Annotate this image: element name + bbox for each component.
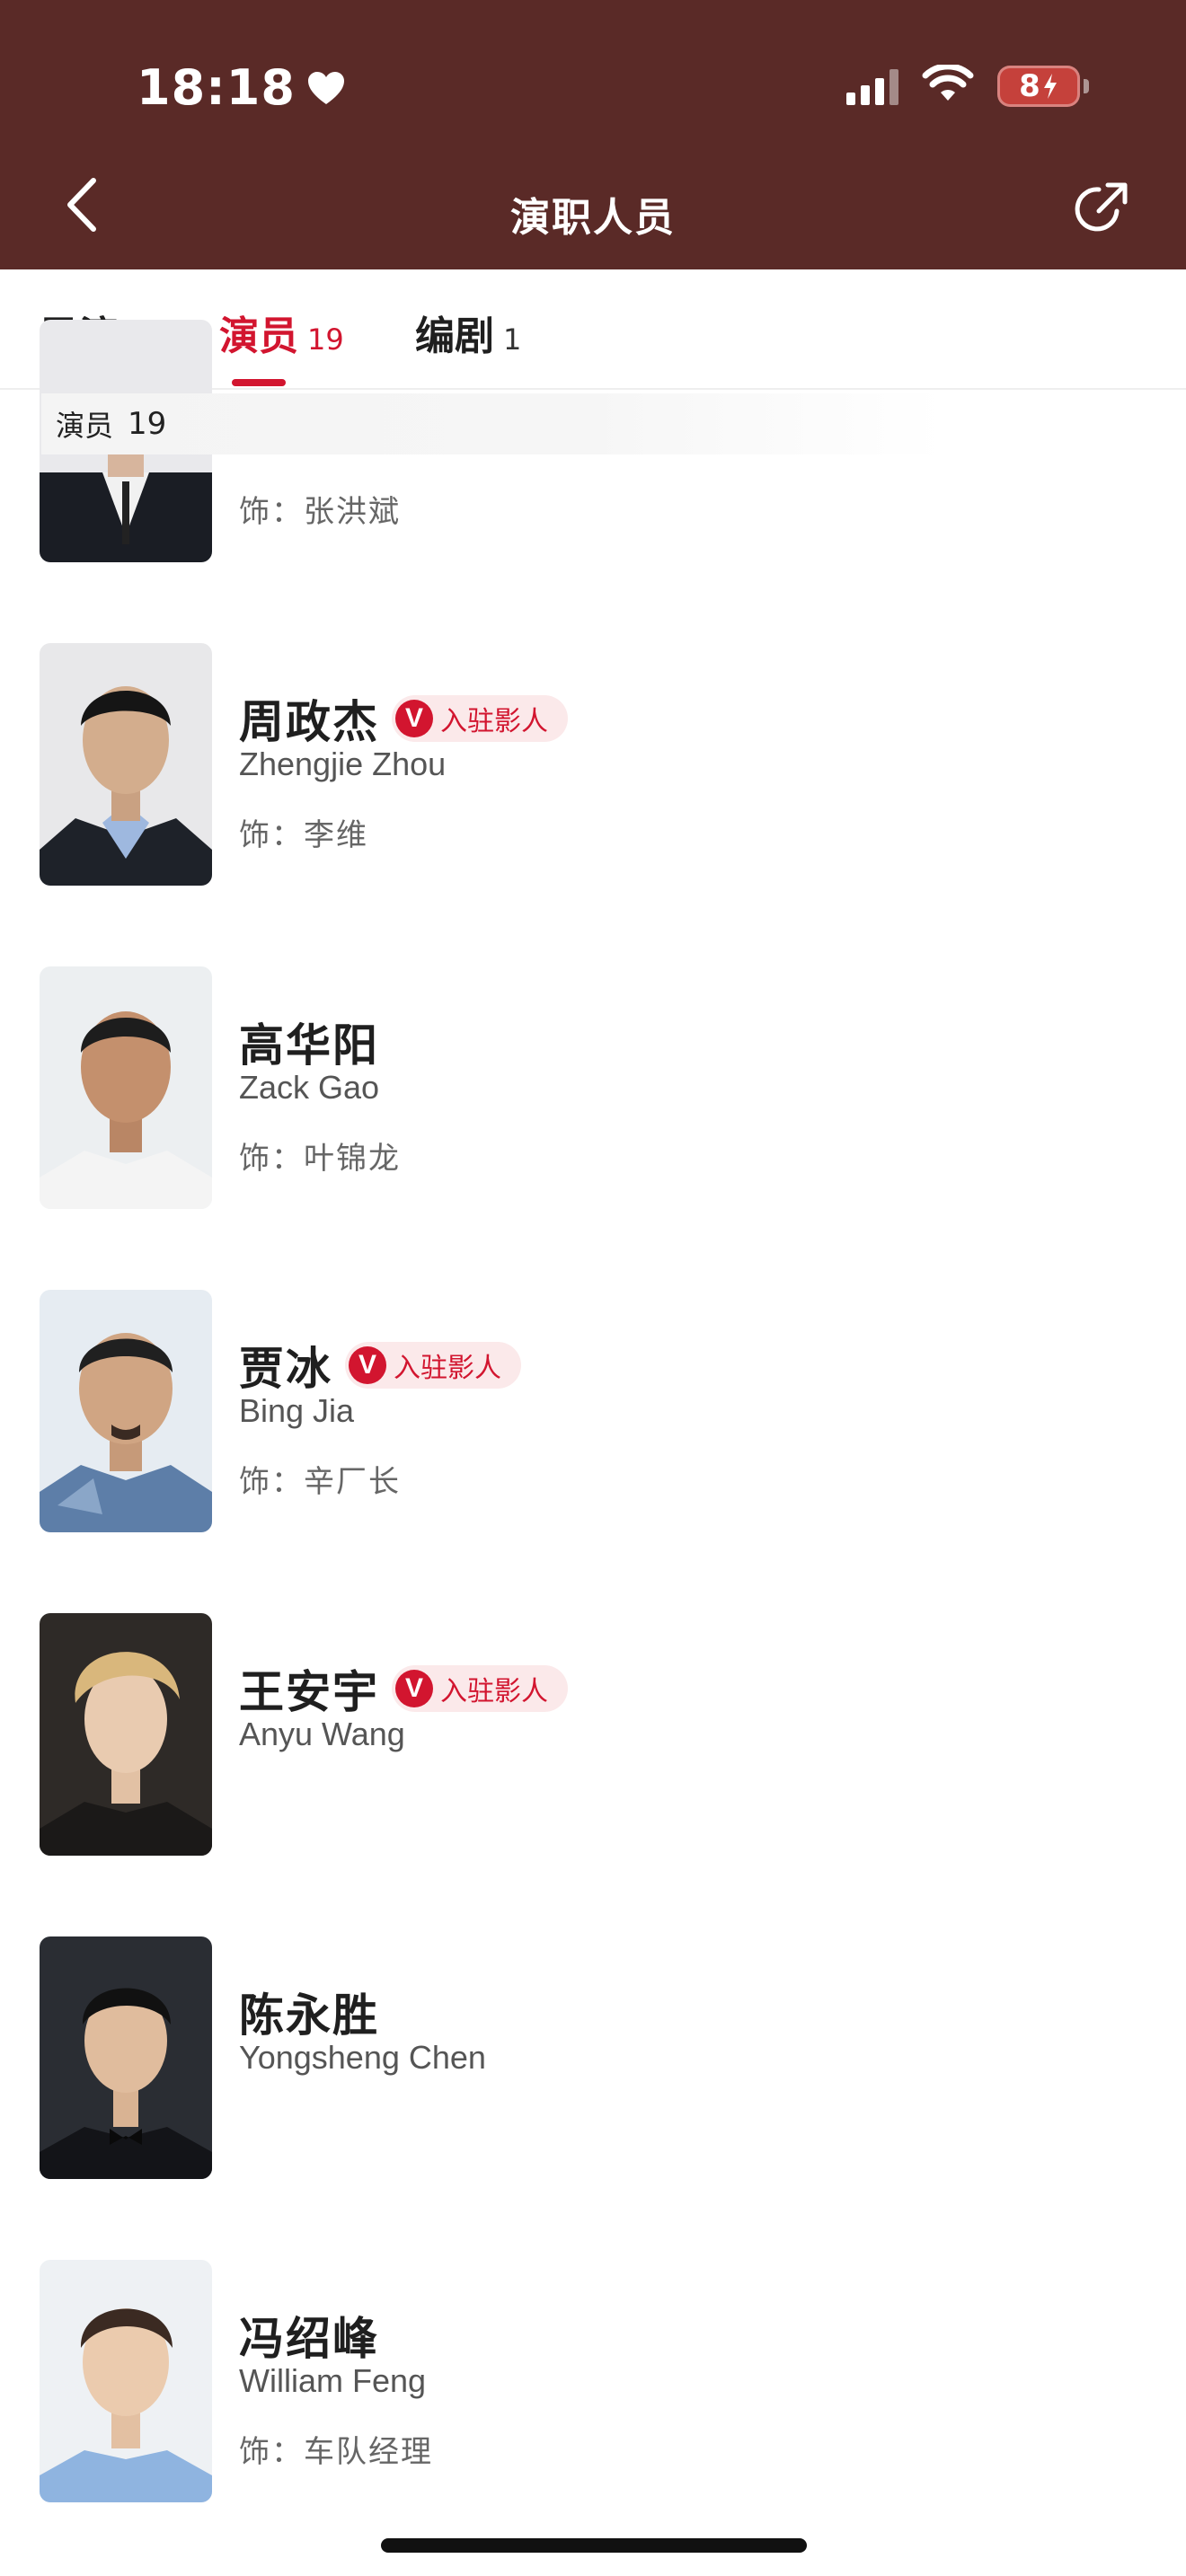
cast-list: 饰：张洪斌 周政杰 V 入驻影人 Zhengjie Zhou 饰：李维 高华阳 … [0, 0, 1186, 2576]
cast-item[interactable]: 陈永胜 Yongsheng Chen [0, 1936, 1186, 2181]
cast-role: 饰：辛厂长 [239, 1464, 401, 1500]
verified-label: 入驻影人 [440, 1676, 548, 1707]
cast-english-name: William Feng [239, 2362, 427, 2399]
verified-icon: V [395, 700, 433, 737]
cast-photo[interactable] [40, 1290, 212, 1532]
cast-name: 冯绍峰 [239, 2313, 379, 2365]
cast-english-name: Yongsheng Chen [239, 2039, 486, 2076]
cast-photo[interactable] [40, 643, 212, 886]
home-indicator[interactable] [381, 2538, 807, 2553]
section-count: 19 [128, 406, 167, 442]
cast-name-row: 王安宇 V 入驻影人 [239, 1656, 568, 1721]
cast-english-name: Zack Gao [239, 1069, 380, 1106]
cast-english-name: Zhengjie Zhou [239, 745, 447, 782]
verified-badge: V 入驻影人 [392, 695, 568, 742]
cast-name-row: 陈永胜 [239, 1980, 379, 2044]
cast-photo[interactable] [40, 1613, 212, 1856]
verified-icon: V [349, 1346, 386, 1384]
verified-label: 入驻影人 [394, 1353, 501, 1384]
cast-item[interactable]: 周政杰 V 入驻影人 Zhengjie Zhou 饰：李维 [0, 643, 1186, 887]
cast-name: 贾冰 [239, 1343, 332, 1395]
cast-role: 饰：李维 [239, 817, 368, 853]
cast-name: 王安宇 [239, 1666, 379, 1718]
cast-english-name: Bing Jia [239, 1392, 355, 1429]
cast-name: 陈永胜 [239, 1989, 379, 2042]
cast-item[interactable]: 王安宇 V 入驻影人 Anyu Wang [0, 1613, 1186, 1857]
cast-name-row: 周政杰 V 入驻影人 [239, 686, 568, 751]
cast-name: 高华阳 [239, 1019, 379, 1072]
cast-english-name: Anyu Wang [239, 1716, 405, 1752]
section-header: 演员 19 [41, 393, 945, 454]
verified-icon: V [395, 1670, 433, 1707]
cast-name: 周政杰 [239, 696, 379, 748]
cast-item[interactable]: 高华阳 Zack Gao 饰：叶锦龙 [0, 966, 1186, 1211]
cast-photo[interactable] [40, 2260, 212, 2502]
cast-item[interactable]: 贾冰 V 入驻影人 Bing Jia 饰：辛厂长 [0, 1290, 1186, 1534]
cast-name-row: 高华阳 [239, 1010, 379, 1074]
cast-role: 饰：车队经理 [239, 2434, 433, 2470]
cast-name-row: 冯绍峰 [239, 2303, 379, 2368]
cast-role: 饰：叶锦龙 [239, 1141, 401, 1177]
verified-badge: V 入驻影人 [392, 1665, 568, 1712]
cast-photo[interactable] [40, 966, 212, 1209]
cast-name-row: 贾冰 V 入驻影人 [239, 1333, 521, 1398]
cast-item[interactable]: 冯绍峰 William Feng 饰：车队经理 [0, 2260, 1186, 2504]
verified-badge: V 入驻影人 [345, 1342, 521, 1389]
verified-label: 入驻影人 [440, 706, 548, 737]
section-title: 演员 [56, 409, 114, 443]
cast-photo[interactable] [40, 1936, 212, 2179]
cast-role: 饰：张洪斌 [239, 494, 401, 530]
